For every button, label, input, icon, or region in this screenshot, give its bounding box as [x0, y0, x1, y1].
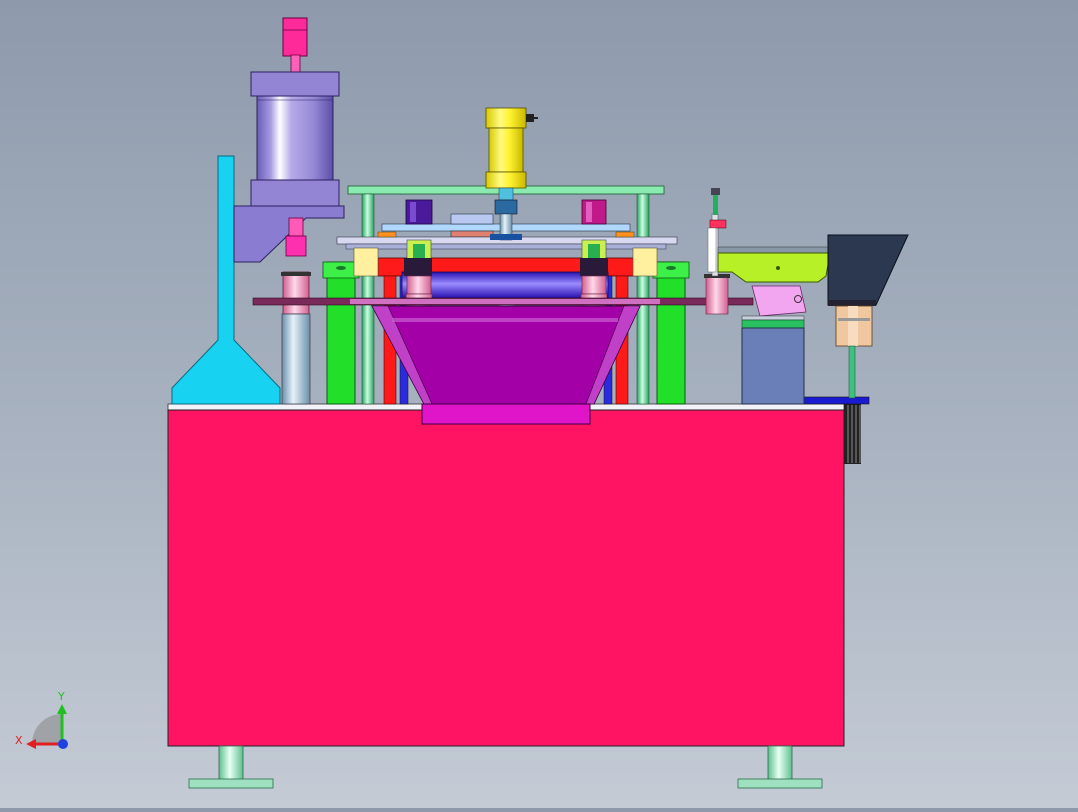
motor-box[interactable]	[741, 327, 805, 405]
vibratory-feeder[interactable]	[717, 246, 831, 405]
foot-left[interactable]	[188, 745, 274, 789]
side-upright-right[interactable]	[656, 261, 686, 405]
roller-drum[interactable]	[401, 271, 609, 299]
side-grille	[844, 404, 861, 464]
feed-bin[interactable]	[827, 234, 909, 399]
coordinate-triad: Y X	[15, 690, 68, 749]
support-post-left[interactable]	[281, 271, 311, 405]
y-axis-label: Y	[57, 690, 65, 703]
x-axis-label: X	[15, 734, 23, 747]
guide-rail[interactable]	[252, 297, 754, 306]
side-upright-left[interactable]	[326, 261, 356, 405]
blue-bracket[interactable]	[802, 396, 870, 405]
machine-base[interactable]	[167, 403, 845, 747]
press-cylinder-left[interactable]	[233, 17, 345, 263]
top-cylinder-yellow[interactable]	[485, 107, 538, 241]
foot-right[interactable]	[737, 745, 823, 789]
cad-viewport[interactable]: Y X	[0, 0, 1078, 808]
